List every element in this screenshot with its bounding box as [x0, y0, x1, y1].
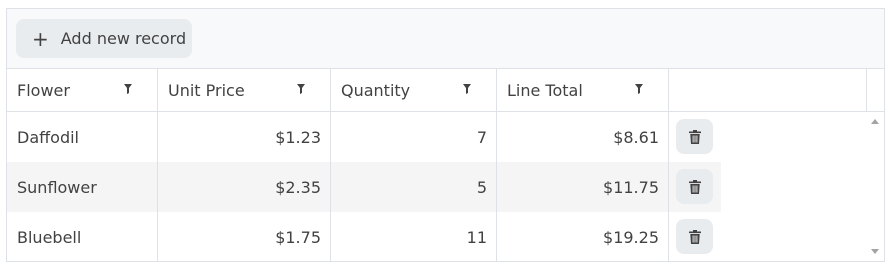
table-row: Sunflower $2.35 5 $11.75: [7, 162, 721, 212]
cell-line-total: $19.25: [497, 212, 669, 261]
column-header-actions: [669, 69, 867, 111]
cell-unit-price: $2.35: [158, 162, 331, 212]
add-new-record-button[interactable]: + Add new record: [16, 19, 192, 58]
table-row: Bluebell $1.75 11 $19.25: [7, 212, 721, 261]
delete-row-button[interactable]: [676, 169, 713, 204]
grid-header: Flower Unit Price Quantity Line Total: [7, 69, 884, 112]
column-header-label: Flower: [17, 80, 70, 100]
filter-icon[interactable]: [463, 84, 471, 94]
column-header-label: Quantity: [341, 80, 411, 100]
column-header-quantity[interactable]: Quantity: [331, 69, 497, 111]
grid-toolbar: + Add new record: [7, 9, 884, 69]
column-divider: [668, 112, 669, 261]
column-header-line-total[interactable]: Line Total: [497, 69, 669, 111]
data-grid: + Add new record Flower Unit Price Quant…: [6, 8, 885, 262]
filter-icon[interactable]: [635, 84, 643, 94]
cell-quantity: 7: [331, 112, 497, 162]
trash-icon: [688, 229, 701, 244]
cell-line-total: $8.61: [497, 112, 669, 162]
scroll-down-arrow-icon[interactable]: [871, 249, 879, 254]
cell-quantity: 5: [331, 162, 497, 212]
trash-icon: [688, 129, 701, 144]
scroll-up-arrow-icon[interactable]: [871, 119, 879, 124]
plus-icon: +: [32, 26, 49, 51]
cell-line-total: $11.75: [497, 162, 669, 212]
column-header-unit-price[interactable]: Unit Price: [158, 69, 331, 111]
vertical-scrollbar[interactable]: [867, 112, 884, 261]
cell-flower: Daffodil: [7, 112, 158, 162]
column-header-label: Unit Price: [168, 80, 245, 100]
delete-row-button[interactable]: [676, 219, 713, 254]
trash-icon: [688, 179, 701, 194]
filter-icon[interactable]: [297, 84, 305, 94]
column-header-label: Line Total: [507, 80, 583, 100]
column-header-flower[interactable]: Flower: [7, 69, 158, 111]
cell-flower: Bluebell: [7, 212, 158, 261]
cell-unit-price: $1.23: [158, 112, 331, 162]
cell-flower: Sunflower: [7, 162, 158, 212]
delete-row-button[interactable]: [676, 119, 713, 154]
add-new-record-label: Add new record: [60, 29, 187, 48]
cell-quantity: 11: [331, 212, 497, 261]
filter-icon[interactable]: [124, 84, 132, 94]
table-row: Daffodil $1.23 7 $8.61: [7, 112, 721, 162]
cell-unit-price: $1.75: [158, 212, 331, 261]
